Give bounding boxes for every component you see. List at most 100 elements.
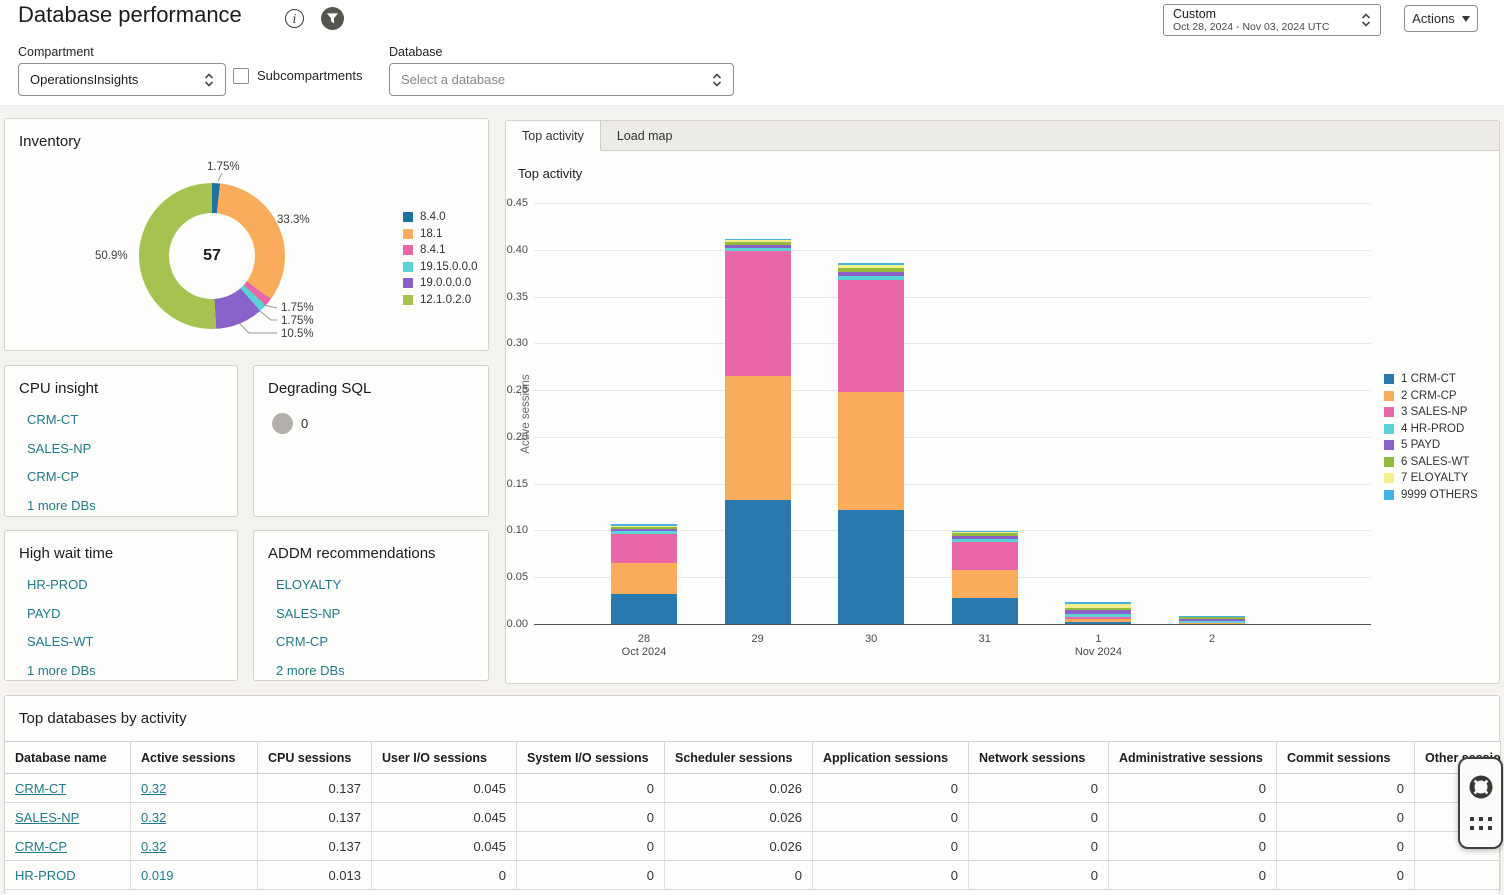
column-header-application-sessions[interactable]: Application sessions [813, 741, 969, 774]
bar-28-9999-OTHERS[interactable] [611, 524, 677, 526]
bar-29-7-ELOYALTY[interactable] [725, 240, 791, 242]
chart-legend-item-2-CRM-CP[interactable]: 2 CRM-CP [1384, 388, 1478, 405]
bar-31-4-HR-PROD[interactable] [952, 539, 1018, 542]
active-sessions-link[interactable]: 0.32 [141, 810, 166, 825]
bar-1-1-CRM-CT[interactable] [1065, 622, 1131, 624]
bar-1-2-CRM-CP[interactable] [1065, 619, 1131, 622]
bar-2-2-CRM-CP[interactable] [1179, 623, 1245, 624]
bar-28-2-CRM-CP[interactable] [611, 563, 677, 594]
legend-item-18.1[interactable]: 18.1 [403, 226, 478, 243]
column-header-active-sessions[interactable]: Active sessions [131, 741, 258, 774]
help-button[interactable] [1468, 774, 1494, 800]
column-header-commit-sessions[interactable]: Commit sessions [1277, 741, 1415, 774]
legend-item-19.15.0.0.0[interactable]: 19.15.0.0.0 [403, 259, 478, 276]
bar-2-9999-OTHERS[interactable] [1179, 616, 1245, 617]
column-header-database-name[interactable]: Database name [5, 741, 131, 774]
filter-icon[interactable] [321, 7, 344, 30]
bar-1-3-SALES-NP[interactable] [1065, 617, 1131, 620]
legend-item-12.1.0.2.0[interactable]: 12.1.0.2.0 [403, 292, 478, 309]
bar-29-2-CRM-CP[interactable] [725, 376, 791, 499]
bar-31-3-SALES-NP[interactable] [952, 542, 1018, 570]
db-link-SALES-NP[interactable]: SALES-NP [27, 441, 96, 456]
bar-28-3-SALES-NP[interactable] [611, 534, 677, 563]
bar-2-5-PAYD[interactable] [1179, 619, 1245, 621]
db-link-PAYD[interactable]: PAYD [27, 606, 96, 621]
bar-29-4-HR-PROD[interactable] [725, 248, 791, 251]
bar-31-1-CRM-CT[interactable] [952, 598, 1018, 624]
bar-30-9999-OTHERS[interactable] [838, 263, 904, 265]
bar-28-5-PAYD[interactable] [611, 529, 677, 532]
db-link-CRM-CT[interactable]: CRM-CT [27, 412, 96, 427]
bar-28-6-SALES-WT[interactable] [611, 527, 677, 529]
bar-29-6-SALES-WT[interactable] [725, 242, 791, 245]
bar-29-5-PAYD[interactable] [725, 245, 791, 248]
bar-1-9999-OTHERS[interactable] [1065, 602, 1131, 604]
column-header-network-sessions[interactable]: Network sessions [969, 741, 1109, 774]
chart-legend-item-1-CRM-CT[interactable]: 1 CRM-CT [1384, 371, 1478, 388]
info-icon[interactable]: i [285, 9, 304, 28]
database-select[interactable]: Select a database [389, 63, 734, 96]
bar-28-7-ELOYALTY[interactable] [611, 526, 677, 527]
bar-1-5-PAYD[interactable] [1065, 610, 1131, 614]
bar-31-9999-OTHERS[interactable] [952, 531, 1018, 532]
bar-28-1-CRM-CT[interactable] [611, 594, 677, 624]
bar-30-6-SALES-WT[interactable] [838, 268, 904, 272]
bar-31-2-CRM-CP[interactable] [952, 570, 1018, 598]
active-sessions-link[interactable]: 0.32 [141, 839, 166, 854]
bar-1-4-HR-PROD[interactable] [1065, 614, 1131, 617]
legend-item-19.0.0.0.0[interactable]: 19.0.0.0.0 [403, 275, 478, 292]
bar-31-6-SALES-WT[interactable] [952, 533, 1018, 536]
actions-button[interactable]: Actions [1404, 5, 1478, 32]
subcompartments-checkbox[interactable] [233, 68, 249, 84]
db-link-SALES-NP[interactable]: SALES-NP [276, 606, 345, 621]
chart-legend-item-7-ELOYALTY[interactable]: 7 ELOYALTY [1384, 470, 1478, 487]
bar-2-4-HR-PROD[interactable] [1179, 621, 1245, 623]
chart-legend-item-5-PAYD[interactable]: 5 PAYD [1384, 437, 1478, 454]
active-sessions-link[interactable]: 0.32 [141, 781, 166, 796]
db-name-link-HR-PROD[interactable]: HR-PROD [15, 868, 76, 883]
legend-item-8.4.0[interactable]: 8.4.0 [403, 209, 478, 226]
db-link-HR-PROD[interactable]: HR-PROD [27, 577, 96, 592]
bar-1-7-ELOYALTY[interactable] [1065, 604, 1131, 608]
more-dbs-link[interactable]: 1 more DBs [27, 663, 96, 678]
more-dbs-link[interactable]: 1 more DBs [27, 498, 96, 513]
db-link-CRM-CP[interactable]: CRM-CP [27, 469, 96, 484]
column-header-cpu-sessions[interactable]: CPU sessions [258, 741, 372, 774]
bar-30-7-ELOYALTY[interactable] [838, 265, 904, 269]
db-name-link-SALES-NP[interactable]: SALES-NP [15, 810, 79, 825]
active-sessions-link[interactable]: 0.019 [141, 868, 174, 883]
shortcuts-button[interactable] [1469, 816, 1493, 832]
db-link-SALES-WT[interactable]: SALES-WT [27, 634, 96, 649]
bar-31-7-ELOYALTY[interactable] [952, 532, 1018, 533]
bar-30-4-HR-PROD[interactable] [838, 276, 904, 280]
bar-2-6-SALES-WT[interactable] [1179, 617, 1245, 620]
db-link-CRM-CP[interactable]: CRM-CP [276, 634, 345, 649]
db-name-link-CRM-CT[interactable]: CRM-CT [15, 781, 66, 796]
column-header-user-i-o-sessions[interactable]: User I/O sessions [372, 741, 517, 774]
bar-30-3-SALES-NP[interactable] [838, 280, 904, 392]
bar-30-2-CRM-CP[interactable] [838, 392, 904, 510]
chart-legend-item-3-SALES-NP[interactable]: 3 SALES-NP [1384, 404, 1478, 421]
bar-30-1-CRM-CT[interactable] [838, 510, 904, 624]
column-header-scheduler-sessions[interactable]: Scheduler sessions [665, 741, 813, 774]
more-dbs-link[interactable]: 2 more DBs [276, 663, 345, 678]
legend-item-8.4.1[interactable]: 8.4.1 [403, 242, 478, 259]
db-link-ELOYALTY[interactable]: ELOYALTY [276, 577, 345, 592]
column-header-administrative-sessions[interactable]: Administrative sessions [1109, 741, 1277, 774]
bar-29-3-SALES-NP[interactable] [725, 251, 791, 376]
bar-28-4-HR-PROD[interactable] [611, 531, 677, 534]
table-cell: 0.137 [258, 774, 372, 803]
compartment-select[interactable]: OperationsInsights [18, 63, 226, 96]
bar-29-1-CRM-CT[interactable] [725, 500, 791, 624]
chart-legend-item-4-HR-PROD[interactable]: 4 HR-PROD [1384, 421, 1478, 438]
bar-29-9999-OTHERS[interactable] [725, 239, 791, 241]
time-range-select[interactable]: Custom Oct 28, 2024 - Nov 03, 2024 UTC [1163, 4, 1381, 36]
bar-30-5-PAYD[interactable] [838, 272, 904, 276]
chart-legend-item-6-SALES-WT[interactable]: 6 SALES-WT [1384, 454, 1478, 471]
chart-legend-item-9999-OTHERS[interactable]: 9999 OTHERS [1384, 487, 1478, 504]
column-header-system-i-o-sessions[interactable]: System I/O sessions [517, 741, 665, 774]
bar-1-6-SALES-WT[interactable] [1065, 608, 1131, 610]
table-cell: 0.137 [258, 803, 372, 832]
db-name-link-CRM-CP[interactable]: CRM-CP [15, 839, 67, 854]
bar-31-5-PAYD[interactable] [952, 536, 1018, 539]
